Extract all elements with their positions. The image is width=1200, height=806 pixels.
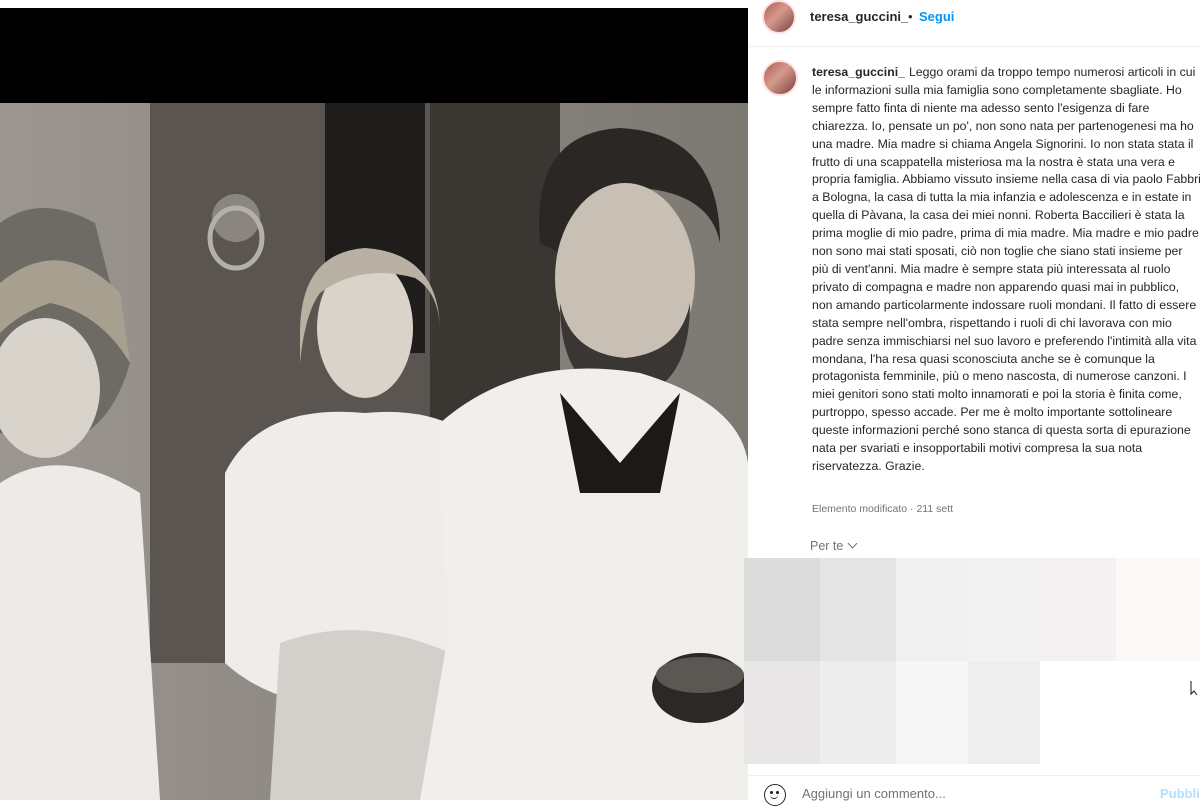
suggested-post-thumbnail[interactable] — [1116, 558, 1200, 661]
post-sidebar: teresa_guccini_ • Segui teresa_guccini_ L… — [744, 0, 1200, 806]
post-media[interactable] — [0, 0, 748, 800]
suggested-post-thumbnail[interactable] — [1040, 558, 1116, 661]
media-letterbox — [0, 8, 748, 103]
suggested-post-thumbnail[interactable] — [896, 558, 968, 661]
suggested-post-thumbnail[interactable] — [744, 661, 820, 764]
profile-avatar[interactable] — [762, 0, 796, 34]
for-you-toggle[interactable]: Per te — [810, 538, 858, 553]
comment-bar: Pubblica — [748, 775, 1200, 806]
comment-input[interactable] — [802, 786, 1102, 801]
caption-text: Leggo orami da troppo tempo numerosi art… — [812, 65, 1200, 473]
header-username[interactable]: teresa_guccini_ — [810, 9, 908, 24]
post-meta: Elemento modificato · 211 sett — [812, 503, 954, 515]
suggested-post-thumbnail[interactable] — [968, 661, 1040, 764]
separator-dot: • — [908, 9, 913, 24]
suggested-post-thumbnail[interactable] — [1116, 661, 1200, 764]
chevron-down-icon — [847, 538, 858, 549]
family-photo-image — [0, 103, 748, 800]
suggested-post-thumbnail[interactable] — [1040, 661, 1116, 764]
suggested-post-thumbnail[interactable] — [968, 558, 1040, 661]
suggested-post-thumbnail[interactable] — [820, 558, 896, 661]
post-caption: teresa_guccini_ Leggo orami da troppo tem… — [812, 64, 1200, 476]
mouse-cursor-icon — [1190, 681, 1198, 696]
follow-button[interactable]: Segui — [919, 9, 954, 24]
smiley-icon[interactable] — [764, 784, 786, 806]
post-photo[interactable] — [0, 103, 748, 800]
suggested-post-thumbnail[interactable] — [896, 661, 968, 764]
for-you-label: Per te — [810, 539, 844, 553]
suggested-post-thumbnail[interactable] — [744, 558, 820, 661]
caption-avatar[interactable] — [762, 60, 798, 96]
suggested-posts-grid — [744, 558, 1200, 764]
post-header: teresa_guccini_ • Segui — [748, 0, 1200, 47]
publish-button[interactable]: Pubblica — [1160, 786, 1200, 801]
caption-username[interactable]: teresa_guccini_ — [812, 65, 905, 79]
suggested-post-thumbnail[interactable] — [820, 661, 896, 764]
